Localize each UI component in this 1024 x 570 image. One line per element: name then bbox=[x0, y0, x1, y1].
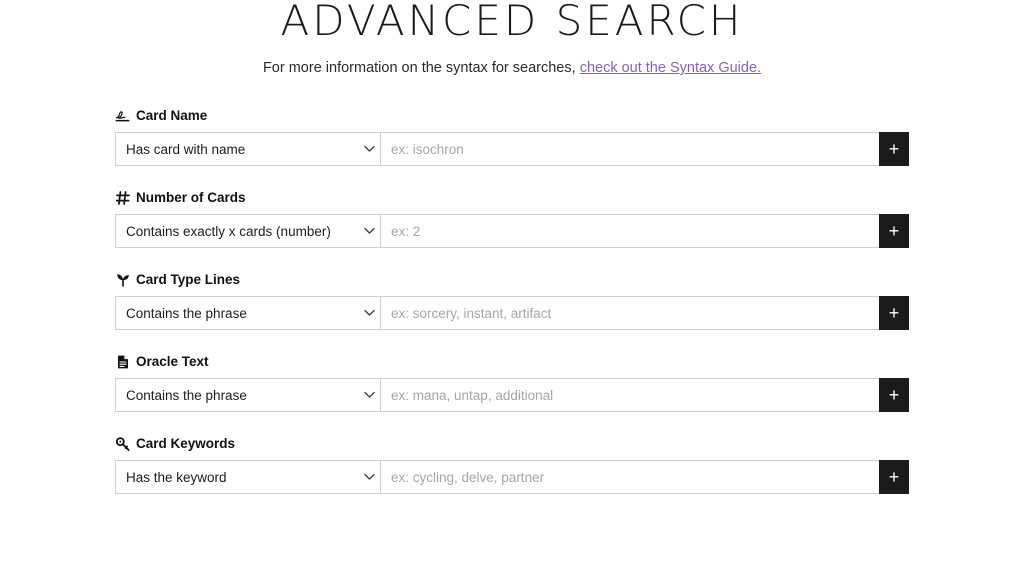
signature-icon bbox=[115, 109, 130, 124]
field-value-placeholder: ex: isochron bbox=[391, 141, 464, 157]
field-operator-select[interactable]: Has the keyword bbox=[115, 460, 380, 494]
seedling-icon bbox=[115, 273, 130, 288]
add-criteria-button[interactable]: + bbox=[879, 378, 909, 412]
chevron-down-icon bbox=[358, 309, 380, 317]
syntax-guide-link[interactable]: check out the Syntax Guide. bbox=[580, 60, 761, 76]
field-operator-select[interactable]: Contains the phrase bbox=[115, 378, 380, 412]
field-value-input[interactable]: ex: mana, untap, additional bbox=[380, 378, 879, 412]
field-label: Card Type Lines bbox=[115, 272, 909, 288]
field-label: Oracle Text bbox=[115, 354, 909, 370]
field-group-card-keywords: Card Keywords Has the keyword ex: cyclin… bbox=[115, 436, 909, 494]
field-operator-value: Contains the phrase bbox=[126, 305, 247, 321]
field-row: Contains the phrase ex: sorcery, instant… bbox=[115, 296, 909, 330]
field-label: Card Keywords bbox=[115, 436, 909, 452]
field-group-card-name: Card Name Has card with name ex: isochro… bbox=[115, 108, 909, 166]
field-operator-value: Contains exactly x cards (number) bbox=[126, 223, 331, 239]
hash-icon bbox=[115, 191, 130, 206]
plus-icon: + bbox=[888, 303, 900, 323]
chevron-down-icon bbox=[358, 473, 380, 481]
field-row: Has the keyword ex: cycling, delve, part… bbox=[115, 460, 909, 494]
field-label-text: Number of Cards bbox=[136, 190, 246, 205]
syntax-help-text: For more information on the syntax for s… bbox=[0, 58, 1024, 78]
field-value-input[interactable]: ex: sorcery, instant, artifact bbox=[380, 296, 879, 330]
chevron-down-icon bbox=[358, 145, 380, 153]
plus-icon: + bbox=[888, 385, 900, 405]
field-value-input[interactable]: ex: cycling, delve, partner bbox=[380, 460, 879, 494]
field-label: Card Name bbox=[115, 108, 909, 124]
field-row: Contains the phrase ex: mana, untap, add… bbox=[115, 378, 909, 412]
field-value-input[interactable]: ex: isochron bbox=[380, 132, 879, 166]
field-operator-select[interactable]: Has card with name bbox=[115, 132, 380, 166]
advanced-search-page: ADVANCED SEARCH For more information on … bbox=[0, 0, 1024, 570]
field-operator-select[interactable]: Contains exactly x cards (number) bbox=[115, 214, 380, 248]
add-criteria-button[interactable]: + bbox=[879, 132, 909, 166]
chevron-down-icon bbox=[358, 227, 380, 235]
field-label-text: Card Name bbox=[136, 108, 208, 123]
chevron-down-icon bbox=[358, 391, 380, 399]
file-lines-icon bbox=[115, 355, 130, 370]
field-label-text: Card Keywords bbox=[136, 436, 236, 451]
field-value-placeholder: ex: cycling, delve, partner bbox=[391, 469, 545, 485]
field-group-number-of-cards: Number of Cards Contains exactly x cards… bbox=[115, 190, 909, 248]
field-group-oracle-text: Oracle Text Contains the phrase ex: mana… bbox=[115, 354, 909, 412]
advanced-search-form: Card Name Has card with name ex: isochro… bbox=[115, 108, 909, 518]
field-operator-value: Has the keyword bbox=[126, 469, 227, 485]
plus-icon: + bbox=[888, 467, 900, 487]
field-operator-value: Has card with name bbox=[126, 141, 246, 157]
syntax-help-prefix: For more information on the syntax for s… bbox=[262, 60, 576, 76]
field-group-card-type-lines: Card Type Lines Contains the phrase ex: … bbox=[115, 272, 909, 330]
field-label-text: Card Type Lines bbox=[136, 272, 241, 287]
field-row: Has card with name ex: isochron + bbox=[115, 132, 909, 166]
plus-icon: + bbox=[888, 221, 900, 241]
field-row: Contains exactly x cards (number) ex: 2 … bbox=[115, 214, 909, 248]
field-operator-select[interactable]: Contains the phrase bbox=[115, 296, 380, 330]
add-criteria-button[interactable]: + bbox=[879, 460, 909, 494]
field-operator-value: Contains the phrase bbox=[126, 387, 247, 403]
add-criteria-button[interactable]: + bbox=[879, 214, 909, 248]
field-label: Number of Cards bbox=[115, 190, 909, 206]
field-value-placeholder: ex: mana, untap, additional bbox=[391, 387, 554, 403]
plus-icon: + bbox=[888, 139, 900, 159]
field-value-placeholder: ex: 2 bbox=[391, 223, 421, 239]
field-value-placeholder: ex: sorcery, instant, artifact bbox=[391, 305, 552, 321]
field-value-input[interactable]: ex: 2 bbox=[380, 214, 879, 248]
add-criteria-button[interactable]: + bbox=[879, 296, 909, 330]
key-icon bbox=[115, 437, 130, 452]
field-label-text: Oracle Text bbox=[136, 354, 209, 369]
page-title: ADVANCED SEARCH bbox=[280, 0, 744, 45]
